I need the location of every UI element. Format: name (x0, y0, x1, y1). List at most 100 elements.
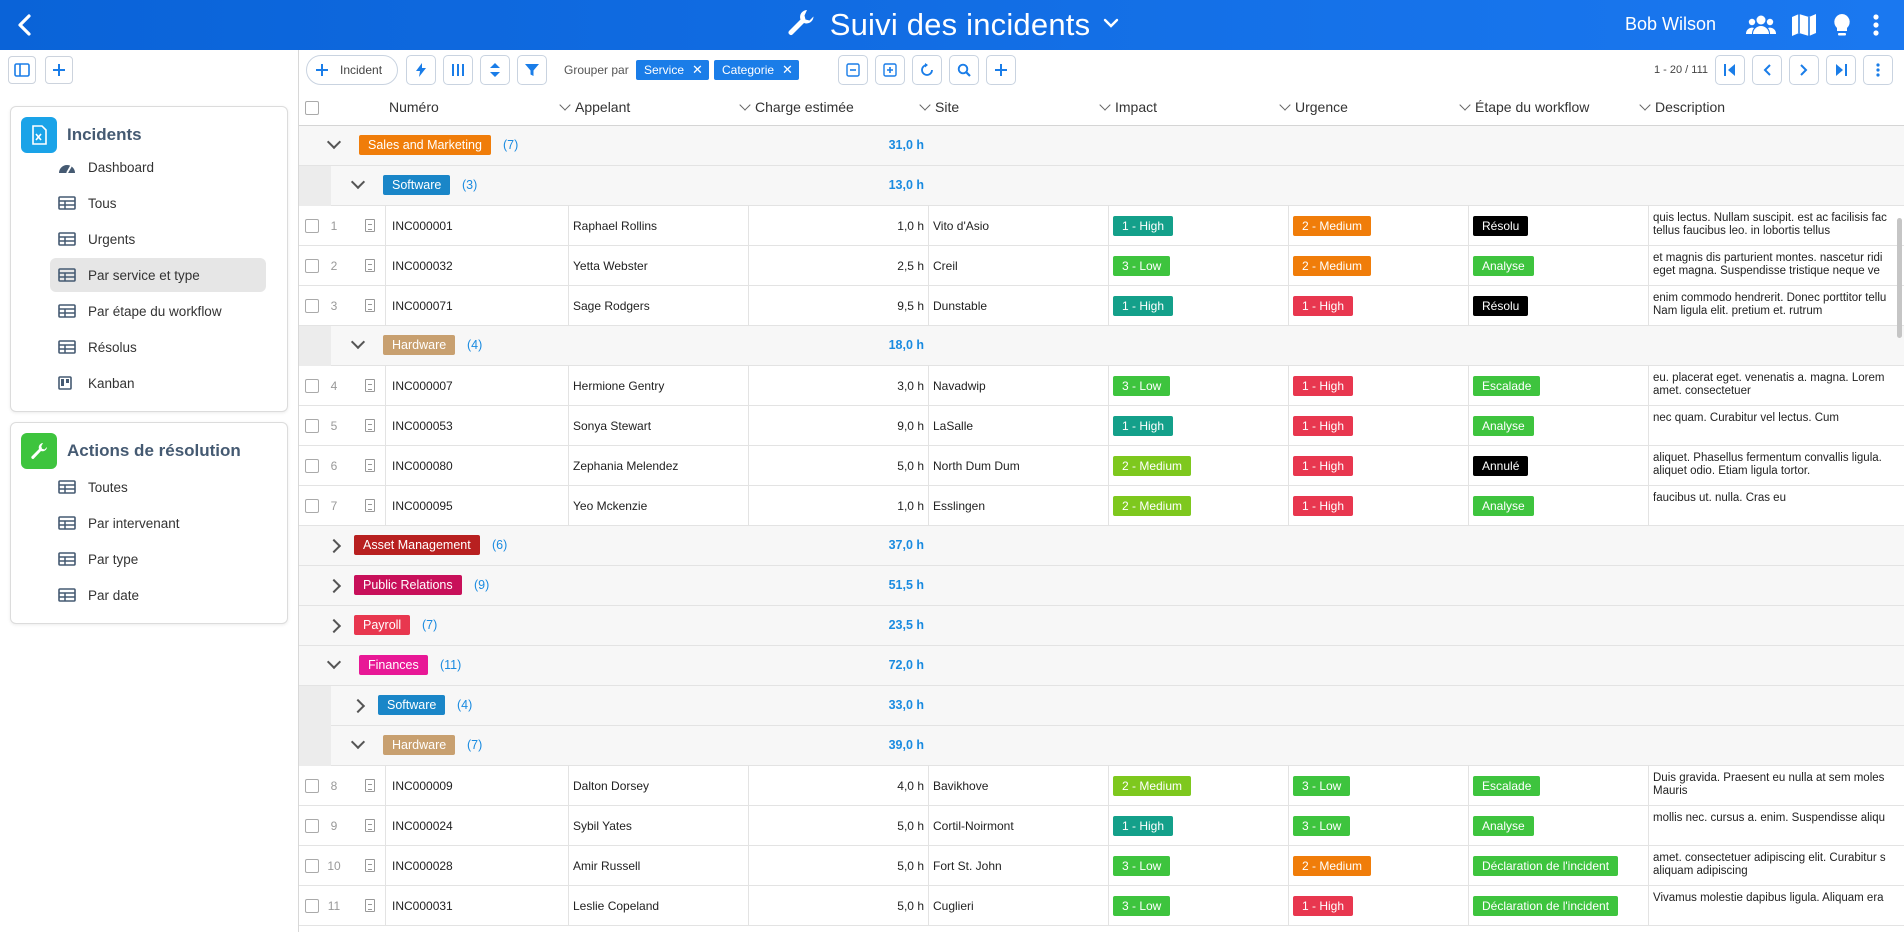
table-row[interactable]: 7 INC000095 Yeo Mckenzie 1,0 h Esslingen 2 - … (299, 486, 1904, 526)
chevron-right-icon[interactable] (326, 578, 342, 594)
chevron-down-icon[interactable] (350, 734, 366, 750)
column-header[interactable]: Impact (1099, 99, 1157, 115)
incident-number[interactable]: INC000095 (386, 499, 453, 513)
chevron-down-icon[interactable] (919, 99, 931, 111)
filter-button[interactable] (517, 55, 547, 85)
table-row[interactable]: 2 INC000032 Yetta Webster 2,5 h Creil 3 - Low… (299, 246, 1904, 286)
document-icon[interactable] (365, 219, 375, 232)
lightbulb-icon[interactable] (1830, 12, 1858, 38)
vertical-scrollbar[interactable] (1897, 218, 1902, 338)
row-checkbox[interactable] (305, 819, 319, 833)
close-icon[interactable]: ✕ (692, 62, 703, 78)
incident-number[interactable]: INC000053 (386, 419, 453, 433)
sidebar-item-par-tape-du-workflow[interactable]: Par étape du workflow (50, 294, 266, 328)
cell-numero[interactable]: INC000080 (385, 446, 569, 486)
group-chip-categorie[interactable]: Categorie ✕ (714, 60, 799, 80)
column-header[interactable]: Appelant (559, 99, 630, 115)
cell-numero[interactable]: INC000031 (385, 886, 569, 926)
prev-page-button[interactable] (1752, 55, 1782, 85)
incident-number[interactable]: INC000001 (386, 219, 453, 233)
close-icon[interactable]: ✕ (782, 62, 793, 78)
sidebar-item-par-intervenant[interactable]: Par intervenant (50, 506, 266, 540)
sidebar-item-r-solus[interactable]: Résolus (50, 330, 266, 364)
sidebar-item-par-date[interactable]: Par date (50, 578, 266, 612)
new-incident-button[interactable]: Incident (306, 55, 398, 85)
sort-button[interactable] (480, 55, 510, 85)
sidebar-item-urgents[interactable]: Urgents (50, 222, 266, 256)
table-row[interactable]: 11 INC000031 Leslie Copeland 5,0 h Cuglieri 3… (299, 886, 1904, 926)
select-all-checkbox[interactable] (305, 101, 319, 115)
sidebar-item-tous[interactable]: Tous (50, 186, 266, 220)
cell-numero[interactable]: INC000053 (385, 406, 569, 446)
cell-numero[interactable]: INC000095 (385, 486, 569, 526)
document-icon[interactable] (365, 899, 375, 912)
last-page-button[interactable] (1826, 55, 1856, 85)
cell-numero[interactable]: INC000007 (385, 366, 569, 406)
chevron-right-icon[interactable] (326, 618, 342, 634)
column-header[interactable]: Urgence (1279, 99, 1348, 115)
collapse-all-button[interactable] (838, 55, 868, 85)
column-header[interactable]: Numéro (389, 99, 439, 115)
actions-button[interactable] (406, 55, 436, 85)
group-row[interactable]: Hardware (4) 18,0 h (299, 326, 1904, 366)
chevron-down-icon[interactable] (350, 334, 366, 350)
group-row[interactable]: Payroll (7) 23,5 h (299, 606, 1904, 646)
document-icon[interactable] (365, 819, 375, 832)
row-checkbox[interactable] (305, 459, 319, 473)
incident-number[interactable]: INC000080 (386, 459, 453, 473)
incident-number[interactable]: INC000031 (386, 899, 453, 913)
add-view-button[interactable] (45, 56, 73, 84)
incident-number[interactable]: INC000071 (386, 299, 453, 313)
cell-numero[interactable]: INC000028 (385, 846, 569, 886)
document-icon[interactable] (365, 299, 375, 312)
table-row[interactable]: 4 INC000007 Hermione Gentry 3,0 h Navadwip 3 … (299, 366, 1904, 406)
document-icon[interactable] (365, 859, 375, 872)
next-page-button[interactable] (1789, 55, 1819, 85)
group-row[interactable]: Sales and Marketing (7) 31,0 h (299, 126, 1904, 166)
sidebar-item-toutes[interactable]: Toutes (50, 470, 266, 504)
document-icon[interactable] (365, 779, 375, 792)
more-options-button[interactable] (1863, 55, 1893, 85)
incident-number[interactable]: INC000028 (386, 859, 453, 873)
user-name[interactable]: Bob Wilson (1625, 14, 1716, 35)
group-row[interactable]: Hardware (7) 39,0 h (299, 726, 1904, 766)
row-checkbox[interactable] (305, 259, 319, 273)
row-checkbox[interactable] (305, 419, 319, 433)
table-row[interactable]: 1 INC000001 Raphael Rollins 1,0 h Vito d'Asi… (299, 206, 1904, 246)
add-row-button[interactable] (986, 55, 1016, 85)
cell-numero[interactable]: INC000071 (385, 286, 569, 326)
sidebar-item-dashboard[interactable]: Dashboard (50, 150, 266, 184)
incident-number[interactable]: INC000009 (386, 779, 453, 793)
table-row[interactable]: 8 INC000009 Dalton Dorsey 4,0 h Bavikhove 2 -… (299, 766, 1904, 806)
group-row[interactable]: Asset Management (6) 37,0 h (299, 526, 1904, 566)
cell-numero[interactable]: INC000001 (385, 206, 569, 246)
document-icon[interactable] (365, 459, 375, 472)
table-row[interactable]: 5 INC000053 Sonya Stewart 9,0 h LaSalle 1 - H… (299, 406, 1904, 446)
table-row[interactable]: 9 INC000024 Sybil Yates 5,0 h Cortil-Noirmon… (299, 806, 1904, 846)
expand-all-button[interactable] (875, 55, 905, 85)
map-icon[interactable] (1790, 12, 1818, 38)
row-checkbox[interactable] (305, 859, 319, 873)
sidebar-item-kanban[interactable]: Kanban (50, 366, 266, 400)
group-row[interactable]: Software (4) 33,0 h (299, 686, 1904, 726)
row-checkbox[interactable] (305, 899, 319, 913)
document-icon[interactable] (365, 259, 375, 272)
cell-numero[interactable]: INC000032 (385, 246, 569, 286)
chevron-down-icon[interactable] (1279, 99, 1291, 111)
column-header[interactable]: Étape du workflow (1459, 99, 1589, 115)
refresh-button[interactable] (912, 55, 942, 85)
column-header[interactable]: Site (919, 99, 959, 115)
row-checkbox[interactable] (305, 779, 319, 793)
chevron-down-icon[interactable] (350, 174, 366, 190)
chevron-down-icon[interactable] (1099, 99, 1111, 111)
chevron-down-icon[interactable] (326, 134, 342, 150)
column-header[interactable]: Charge estimée (739, 99, 854, 115)
chevron-right-icon[interactable] (326, 538, 342, 554)
columns-button[interactable] (443, 55, 473, 85)
chevron-down-icon[interactable] (739, 99, 751, 111)
incident-number[interactable]: INC000032 (386, 259, 453, 273)
incident-number[interactable]: INC000024 (386, 819, 453, 833)
sidebar-item-par-type[interactable]: Par type (50, 542, 266, 576)
row-checkbox[interactable] (305, 299, 319, 313)
toggle-sidebar-button[interactable] (8, 56, 36, 84)
